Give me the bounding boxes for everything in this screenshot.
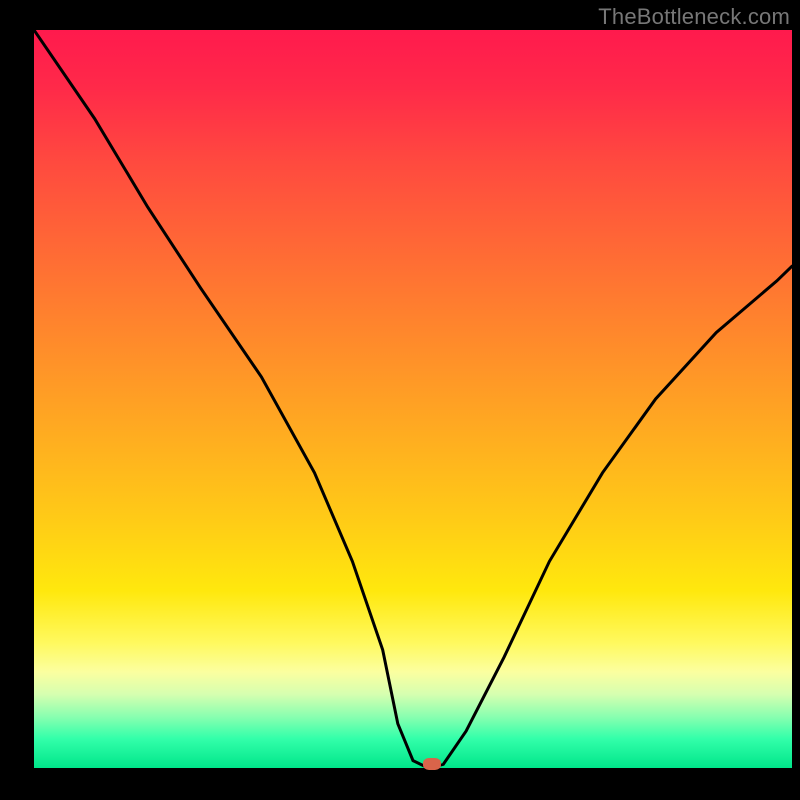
chart-frame: TheBottleneck.com: [0, 0, 800, 800]
bottleneck-curve-path: [34, 30, 792, 768]
watermark-text: TheBottleneck.com: [598, 4, 790, 30]
plot-area: [34, 30, 792, 768]
optimal-point-marker: [423, 758, 441, 770]
curve-svg: [34, 30, 792, 768]
